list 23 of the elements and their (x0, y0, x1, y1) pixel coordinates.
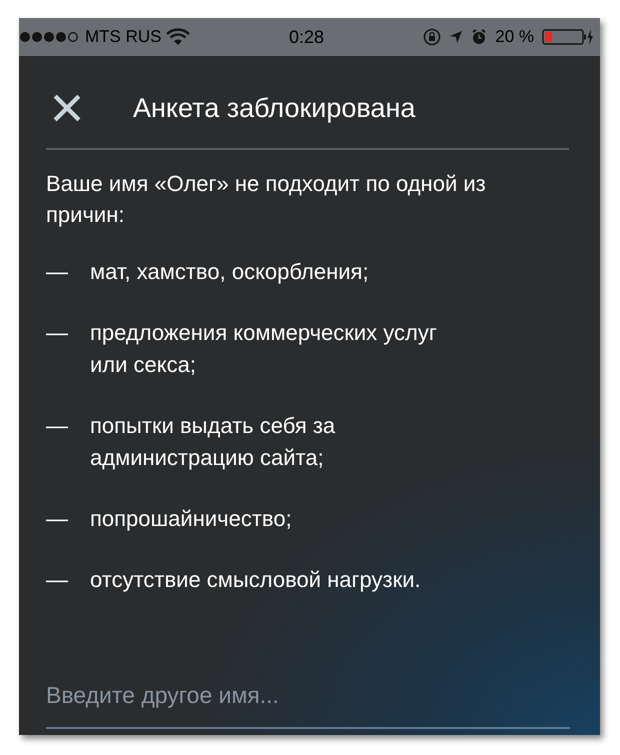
list-dash: — (46, 412, 68, 440)
message-text: Ваше имя «Олег» не подходит по одной из причин: (46, 170, 486, 229)
battery-charging-icon (542, 28, 594, 46)
reason-text: предложения коммерческих услуг или секса; (90, 319, 438, 379)
location-arrow-icon (449, 30, 464, 44)
name-input-field[interactable]: Введите другое имя... (46, 682, 570, 729)
wifi-icon (166, 28, 190, 46)
reason-text: попытки выдать себя за администрацию сайта; (90, 412, 336, 472)
battery-percentage: 20 % (495, 27, 534, 47)
list-dash: — (46, 566, 68, 594)
close-button[interactable]: × (45, 86, 89, 130)
clock: 0:28 (288, 26, 324, 48)
screen-title: Анкета заблокирована (133, 92, 416, 124)
reason-text: мат, хамство, оскорбления; (90, 258, 369, 286)
list-dash: — (46, 319, 68, 347)
reason-text: попрошайничество; (90, 505, 292, 533)
reason-text: отсутствие смысловой нагрузки. (90, 566, 421, 594)
alarm-clock-icon (471, 29, 488, 45)
signal-icon (19, 31, 81, 43)
carrier-name: MTS RUS (85, 27, 162, 47)
list-dash: — (46, 258, 68, 286)
list-dash: — (46, 505, 68, 533)
rotation-lock-icon (423, 28, 442, 46)
